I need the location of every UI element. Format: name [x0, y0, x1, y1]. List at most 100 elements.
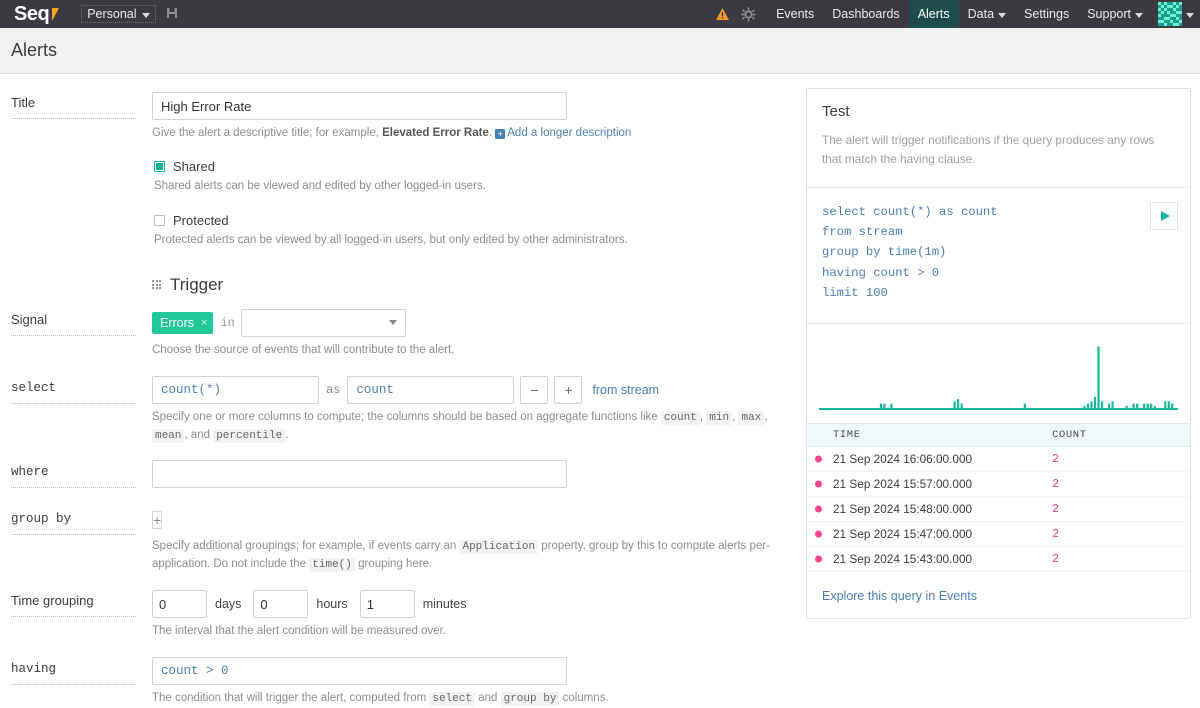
nav-item-label: Data: [967, 7, 995, 21]
column-header-time[interactable]: TIME: [807, 424, 1053, 448]
results-table-body: 21 Sep 2024 16:06:00.000 2 21 Sep 2024 15:…: [807, 446, 1190, 573]
protected-checkbox-row[interactable]: Protected: [154, 213, 800, 228]
code-chip-max: max: [738, 411, 765, 425]
time-grouping-hours-input[interactable]: [253, 590, 309, 618]
chevron-down-icon: [1186, 12, 1194, 18]
top-navigation-right: Events Dashboards Alerts Data Settings S…: [709, 0, 1194, 28]
signal-in-word: in: [220, 315, 235, 330]
having-label: having: [11, 662, 136, 686]
trigger-heading-label: Trigger: [170, 274, 224, 294]
shared-hint: Shared alerts can be viewed and edited b…: [154, 180, 486, 193]
protected-checkbox[interactable]: [154, 214, 165, 226]
signal-hint: Choose the source of events that will co…: [152, 343, 455, 356]
select-label: select: [11, 381, 136, 404]
select-hint: Specify one or more columns to compute; …: [152, 411, 768, 443]
select-hint-a: Specify one or more columns to compute; …: [152, 411, 661, 423]
gear-icon[interactable]: [735, 0, 761, 28]
shared-option: Shared Shared alerts can be viewed and e…: [152, 159, 800, 195]
event-level-dot-icon: [815, 505, 822, 513]
nav-item-dashboards[interactable]: Dashboards: [823, 0, 908, 28]
workspace-label: Personal: [87, 7, 137, 21]
protected-option: Protected Protected alerts can be viewed…: [152, 213, 800, 249]
from-stream-label[interactable]: from stream: [592, 383, 659, 397]
event-level-dot-icon: [815, 530, 822, 538]
table-row[interactable]: 21 Sep 2024 15:48:00.000 2: [807, 496, 1190, 523]
floppy-save-icon[interactable]: [166, 7, 178, 21]
having-input[interactable]: [152, 657, 567, 686]
select-label-cell: select: [11, 376, 152, 404]
group-by-hint-c: grouping here.: [354, 557, 433, 570]
signal-label: Signal: [11, 312, 136, 336]
cell-count: 2: [1052, 521, 1190, 548]
query-line-2: from stream: [822, 225, 903, 240]
nav-item-label: Alerts: [917, 7, 950, 21]
column-header-count[interactable]: COUNT: [1052, 424, 1190, 448]
nav-item-support[interactable]: Support: [1078, 0, 1152, 28]
results-table-header-row: TIME COUNT: [807, 424, 1190, 448]
code-chip-mean: mean: [152, 428, 185, 443]
title-hint-prefix: Give the alert a descriptive title; for …: [152, 127, 383, 139]
form-row-title: Title Give the alert a descriptive title…: [0, 92, 800, 309]
page-layout: Title Give the alert a descriptive title…: [0, 74, 1200, 708]
workspace-selector[interactable]: Personal: [81, 5, 156, 23]
title-label: Title: [11, 95, 136, 119]
cell-time: 21 Sep 2024 15:57:00.000: [807, 471, 1053, 498]
title-label-cell: Title: [11, 92, 152, 119]
cell-time-text: 21 Sep 2024 15:43:00.000: [833, 552, 973, 567]
shared-checkbox[interactable]: [154, 161, 165, 173]
query-preview-text: select count(*) as count from stream gro…: [822, 202, 998, 303]
nav-item-label: Events: [776, 7, 815, 21]
code-chip-time: time(): [309, 557, 355, 572]
play-triangle-icon: [1160, 210, 1170, 221]
drag-grip-icon[interactable]: [152, 280, 161, 290]
test-panel-column: Test The alert will trigger notification…: [800, 74, 1200, 620]
cell-time-text: 21 Sep 2024 15:48:00.000: [833, 502, 973, 517]
select-hint-b: , and: [184, 428, 214, 441]
time-grouping-minutes-input[interactable]: [359, 590, 415, 618]
add-column-button[interactable]: +: [554, 376, 583, 404]
where-label: where: [11, 465, 136, 488]
title-input[interactable]: [152, 92, 567, 120]
page-title: Alerts: [11, 40, 58, 60]
code-chip-application: Application: [459, 540, 539, 554]
table-row[interactable]: 21 Sep 2024 15:57:00.000 2: [807, 471, 1190, 498]
app-logo[interactable]: Seq: [14, 4, 60, 24]
having-hint-c: columns.: [559, 692, 609, 705]
add-grouping-button[interactable]: +: [152, 511, 163, 529]
time-grouping-label: Time grouping: [11, 593, 136, 617]
remove-column-button[interactable]: −: [520, 376, 549, 404]
alert-form: Title Give the alert a descriptive title…: [0, 74, 800, 708]
query-preview-section: select count(*) as count from stream gro…: [807, 188, 1190, 325]
explore-query-in-events-link[interactable]: Explore this query in Events: [822, 589, 977, 603]
table-row[interactable]: 21 Sep 2024 15:47:00.000 2: [807, 521, 1190, 548]
table-row[interactable]: 21 Sep 2024 16:06:00.000 2: [807, 446, 1190, 473]
signal-tag-errors[interactable]: Errors ×: [152, 311, 214, 334]
select-alias-input[interactable]: [347, 376, 515, 404]
time-grouping-days-input[interactable]: [152, 590, 207, 618]
shared-checkbox-row[interactable]: Shared: [154, 159, 800, 174]
nav-item-events[interactable]: Events: [767, 0, 823, 28]
signal-select[interactable]: [240, 308, 406, 337]
form-row-signal: Signal Errors × in Choose the source of …: [0, 308, 800, 359]
add-longer-description-link[interactable]: + Add a longer description: [495, 127, 631, 139]
results-sparkline-chart: [819, 346, 1178, 411]
group-by-label: group by: [11, 512, 136, 535]
table-row[interactable]: 21 Sep 2024 15:43:00.000 2: [807, 546, 1190, 573]
run-query-button[interactable]: [1150, 201, 1178, 230]
cell-time: 21 Sep 2024 15:47:00.000: [807, 521, 1053, 548]
cell-count: 2: [1052, 496, 1190, 523]
cell-time-text: 21 Sep 2024 15:57:00.000: [833, 477, 973, 492]
code-chip-select: select: [429, 692, 476, 707]
close-x-icon[interactable]: ×: [201, 317, 207, 329]
results-chart-section: [807, 324, 1190, 425]
nav-item-settings[interactable]: Settings: [1015, 0, 1078, 28]
results-table: TIME COUNT 21 Sep 2024 16:06:00.000 2 21 S…: [807, 424, 1190, 573]
nav-item-data[interactable]: Data: [959, 0, 1015, 28]
nav-item-alerts[interactable]: Alerts: [908, 0, 959, 28]
cell-count: 2: [1052, 446, 1190, 473]
where-input[interactable]: [152, 460, 567, 488]
having-label-cell: having: [11, 657, 152, 686]
warning-triangle-icon[interactable]: [709, 0, 735, 28]
select-expression-input[interactable]: [152, 376, 319, 404]
user-menu[interactable]: [1152, 2, 1194, 26]
